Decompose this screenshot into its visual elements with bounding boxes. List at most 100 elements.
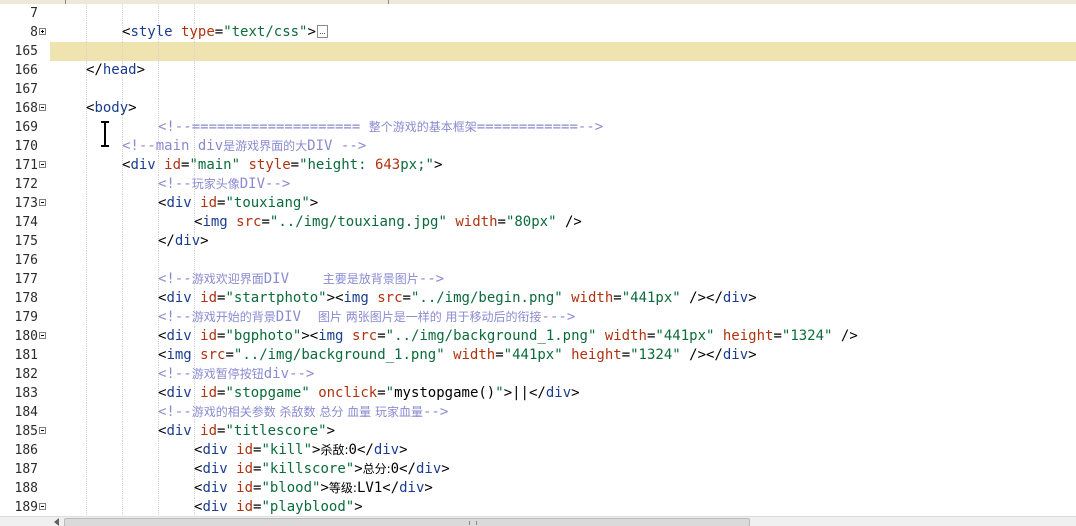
code-text[interactable]: <!--游戏开始的背景DIV 图片 两张图片是一样的 用于移动后的衔接---> (158, 310, 575, 325)
fold-collapse-icon[interactable] (39, 104, 46, 111)
code-text[interactable]: <div id="startphoto"><img src="../img/be… (158, 291, 757, 306)
indent-guide (86, 327, 87, 346)
code-token: </ (382, 480, 400, 496)
code-text[interactable]: <img src="../img/touxiang.jpg" width="80… (194, 215, 582, 230)
indent-guide (158, 479, 159, 498)
code-line[interactable]: 178 <div id="startphoto"><img src="../img… (0, 289, 1076, 308)
line-number: 187 (14, 462, 38, 477)
code-token: style (248, 157, 291, 173)
code-token: = (225, 347, 234, 363)
code-editor[interactable]: 7 8 <style type="text/css"> 165 166 </head> 16… (0, 0, 1076, 526)
collapsed-fold-ellipsis-icon[interactable] (316, 25, 328, 38)
code-token: "playblood" (261, 499, 355, 515)
indent-guide (158, 80, 159, 99)
indent-guide (86, 137, 87, 156)
code-token: <!-- (158, 366, 192, 382)
code-text[interactable]: <div id="killscore">总分:0</div> (194, 462, 450, 477)
ibeam-cursor-icon (101, 121, 109, 147)
fold-collapse-icon[interactable] (39, 427, 46, 434)
code-line[interactable]: 189 <div id="playblood"> (0, 498, 1076, 517)
code-line[interactable]: 184 <!--游戏的相关参数 杀敌数 总分 血量 玩家血量--> (0, 403, 1076, 422)
line-number: 171 (14, 158, 38, 173)
line-number: 174 (14, 215, 38, 230)
code-line[interactable]: 172 <!--玩家头像DIV--> (0, 175, 1076, 194)
code-line[interactable]: 170 <!--main div是游戏界面的大DIV --> (0, 137, 1076, 156)
code-text[interactable]: <div id="bgphoto"><img src="../img/backg… (158, 329, 858, 344)
code-line[interactable]: 171 <div id="main" style="height: 643px;"… (0, 156, 1076, 175)
code-line[interactable]: 175 </div> (0, 232, 1076, 251)
code-line[interactable]: 181 <img src="../img/background_1.png" wi… (0, 346, 1076, 365)
code-text[interactable]: <!--游戏欢迎界面DIV 主要是放背景图片--> (158, 272, 444, 287)
code-text[interactable]: <div id="stopgame" onclick="mystopgame()… (158, 386, 580, 401)
code-token: = (497, 214, 506, 230)
code-text[interactable]: <body> (86, 101, 137, 116)
line-number: 166 (14, 63, 38, 78)
code-line[interactable]: 182 <!--游戏暂停按钮div--> (0, 365, 1076, 384)
scrollbar-thumb[interactable] (64, 518, 750, 526)
code-text[interactable]: <style type="text/css"> (122, 25, 328, 40)
code-line[interactable]: 167 (0, 80, 1076, 99)
code-text[interactable]: <!--玩家头像DIV--> (158, 177, 290, 192)
fold-collapse-icon[interactable] (39, 161, 46, 168)
code-text[interactable]: <div id="touxiang"> (158, 196, 318, 211)
code-line[interactable]: 8 <style type="text/css"> (0, 23, 1076, 42)
code-line[interactable]: 186 <div id="kill">杀敌:0</div> (0, 441, 1076, 460)
code-text[interactable]: <div id="titlescore"> (158, 424, 335, 439)
fold-collapse-icon[interactable] (39, 199, 46, 206)
horizontal-scrollbar[interactable] (0, 516, 1076, 526)
code-text[interactable]: <img src="../img/background_1.png" width… (158, 348, 757, 363)
line-number: 176 (14, 253, 38, 268)
code-line[interactable]: 179 <!--游戏开始的背景DIV 图片 两张图片是一样的 用于移动后的衔接--… (0, 308, 1076, 327)
code-line[interactable]: 169 <!--==================== 整个游戏的基本框架===… (0, 118, 1076, 137)
code-line[interactable]: 173 <div id="touxiang"> (0, 194, 1076, 213)
indent-guide (122, 80, 123, 99)
code-token: <!-- (158, 309, 192, 325)
code-text[interactable]: </div> (158, 234, 209, 249)
indent-guide (158, 4, 159, 23)
code-line[interactable]: 180 <div id="bgphoto"><img src="../img/ba… (0, 327, 1076, 346)
code-token: head (102, 62, 137, 78)
code-text[interactable]: <!--游戏的相关参数 杀敌数 总分 血量 玩家血量--> (158, 405, 448, 420)
code-text[interactable]: <div id="kill">杀敌:0</div> (194, 443, 408, 458)
code-line[interactable]: 188 <div id="blood">等级:LV1</div> (0, 479, 1076, 498)
code-line[interactable]: 168 <body> (0, 99, 1076, 118)
code-token: 图片 两张图片是一样的 用于移动后的衔接 (317, 310, 542, 324)
fold-collapse-icon[interactable] (39, 503, 46, 510)
code-token: DIV (275, 309, 318, 325)
code-line[interactable]: 174 <img src="../img/touxiang.jpg" width=… (0, 213, 1076, 232)
code-token: id (200, 423, 218, 439)
code-token: > (354, 499, 363, 515)
code-line[interactable]: 185 <div id="titlescore"> (0, 422, 1076, 441)
fold-collapse-icon[interactable] (39, 332, 46, 339)
code-text[interactable]: <div id="blood">等级:LV1</div> (194, 481, 433, 496)
code-token: > (128, 100, 137, 116)
code-line[interactable]: 165 (0, 42, 1076, 61)
indent-guide (122, 308, 123, 327)
code-token: id (200, 328, 218, 344)
indent-guide (194, 4, 195, 23)
code-text[interactable]: </head> (86, 63, 145, 78)
code-line[interactable]: 176 (0, 251, 1076, 270)
code-token: px;" (400, 157, 434, 173)
code-text[interactable]: <!--main div是游戏界面的大DIV --> (122, 139, 366, 154)
code-text[interactable]: <!--==================== 整个游戏的基本框架======… (158, 120, 603, 135)
code-text[interactable]: <div id="playblood"> (194, 500, 363, 515)
code-line[interactable]: 177 <!--游戏欢迎界面DIV 主要是放背景图片--> (0, 270, 1076, 289)
code-line[interactable]: 183 <div id="stopgame" onclick="mystopgam… (0, 384, 1076, 403)
indent-guide (158, 460, 159, 479)
code-line[interactable]: 187 <div id="killscore">总分:0</div> (0, 460, 1076, 479)
code-token: = (377, 385, 386, 401)
fold-expand-icon[interactable] (39, 28, 46, 35)
code-text[interactable]: <div id="main" style="height: 643px;"> (122, 158, 442, 173)
code-token: = (495, 347, 504, 363)
indent-guide (86, 80, 87, 99)
code-text[interactable]: <!--游戏暂停按钮div--> (158, 367, 314, 382)
scroll-left-arrow-icon[interactable] (54, 518, 59, 526)
code-token: > (136, 62, 146, 78)
code-line[interactable]: 7 (0, 4, 1076, 23)
code-token: > (503, 385, 513, 401)
line-number: 178 (14, 291, 38, 306)
code-line[interactable]: 166 </head> (0, 61, 1076, 80)
